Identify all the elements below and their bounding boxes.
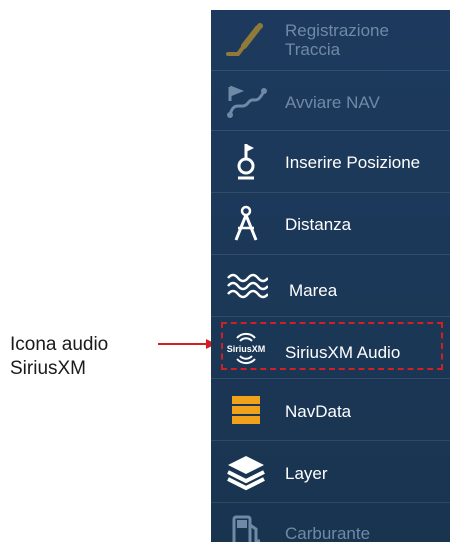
tide-waves-icon (223, 266, 269, 306)
menu-item-label: Marea (289, 281, 338, 300)
menu-item-label: Carburante (285, 524, 371, 542)
menu-item-track-record[interactable]: Registrazione Traccia (211, 10, 450, 70)
track-record-icon (223, 20, 269, 60)
menu-item-start-nav[interactable]: Avviare NAV (211, 70, 450, 130)
callout-label: Icona audio SiriusXM (10, 333, 170, 381)
siriusxm-callout-highlight (221, 322, 443, 370)
navdata-icon (223, 390, 269, 430)
menu-item-enter-position[interactable]: Inserire Posizione (211, 130, 450, 192)
menu-item-distance[interactable]: Distanza (211, 192, 450, 254)
menu-item-label: NavData (285, 402, 352, 421)
menu-panel: Registrazione Traccia Avviare NAV Inseri… (211, 10, 450, 542)
menu-item-label: Inserire Posizione (285, 153, 421, 172)
start-nav-icon (223, 81, 269, 121)
callout-arrow (158, 339, 216, 349)
menu-item-label: Layer (285, 464, 328, 483)
menu-item-label-line1: Registrazione (285, 21, 389, 40)
menu-item-navdata[interactable]: NavData (211, 378, 450, 440)
distance-compass-icon (223, 204, 269, 244)
fuel-icon (223, 511, 269, 542)
layers-icon (223, 452, 269, 492)
menu-item-label-line2: Traccia (285, 40, 341, 59)
callout-line-2: SiriusXM (10, 358, 87, 379)
menu-item-fuel[interactable]: Carburante (211, 502, 450, 542)
menu-item-label: Distanza (285, 215, 352, 234)
menu-item-label: Avviare NAV (285, 93, 380, 112)
callout-line-1: Icona audio (10, 334, 109, 355)
menu-item-tide[interactable]: Marea (211, 254, 450, 316)
enter-position-icon (223, 142, 269, 182)
menu-item-layer[interactable]: Layer (211, 440, 450, 502)
